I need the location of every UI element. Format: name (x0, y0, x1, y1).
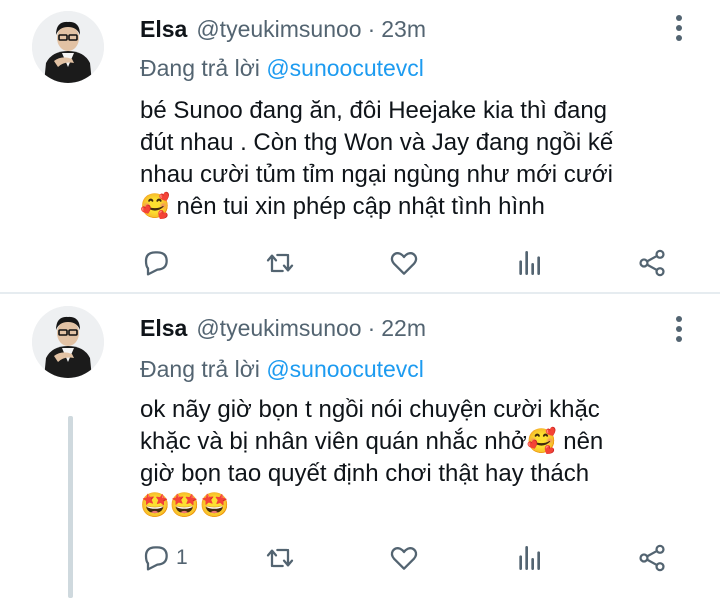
share-icon (639, 249, 665, 277)
avatar-image (32, 306, 104, 378)
reply-icon (144, 546, 168, 571)
tweet-text-line: 🤩🤩🤩 (140, 492, 230, 519)
reply-button[interactable] (140, 245, 176, 281)
author-handle[interactable]: @tyeukimsunoo (196, 16, 361, 43)
thread-line (68, 416, 73, 598)
more-icon[interactable] (674, 15, 684, 41)
tweet[interactable]: Elsa @tyeukimsunoo · 22m Đang trả lời @s… (0, 294, 720, 598)
tweet[interactable]: Elsa @tyeukimsunoo · 23m Đang trả lời @s… (0, 0, 720, 293)
tweet-text: ok nãy giờ bọn t ngồi nói chuyện cười kh… (140, 394, 700, 522)
tweet-text-line: khặc và bị nhân viên quán nhắc nhở🥰 nên (140, 428, 604, 455)
tweet-header: Elsa @tyeukimsunoo · 22m (140, 308, 426, 348)
reply-mention-link[interactable]: @sunoocutevcl (266, 55, 424, 81)
reply-context: Đang trả lời @sunoocutevcl (140, 356, 424, 383)
like-button[interactable] (388, 540, 420, 576)
author-name[interactable]: Elsa (140, 16, 187, 43)
reply-button[interactable]: 1 (140, 540, 188, 576)
reply-prefix: Đang trả lời (140, 55, 260, 81)
share-button[interactable] (636, 540, 668, 576)
retweet-icon (266, 548, 294, 568)
retweet-button[interactable] (264, 245, 296, 281)
separator: · (367, 314, 376, 341)
tweet-text-line: 🥰 nên tui xin phép cập nhật tình hình (140, 193, 545, 220)
tweet-text-line: ok nãy giờ bọn t ngồi nói chuyện cười kh… (140, 396, 600, 423)
more-icon[interactable] (674, 316, 684, 342)
tweet-text-line: nhau cười tủm tỉm ngại ngùng như mới cướ… (140, 161, 613, 188)
reply-context: Đang trả lời @sunoocutevcl (140, 55, 424, 82)
share-button[interactable] (636, 245, 668, 281)
separator: · (367, 15, 376, 42)
author-handle[interactable]: @tyeukimsunoo (196, 315, 361, 342)
reply-prefix: Đang trả lời (140, 356, 260, 382)
stats-icon (519, 546, 540, 570)
like-button[interactable] (388, 245, 420, 281)
tweet-text-line: bé Sunoo đang ăn, đôi Heejake kia thì đa… (140, 97, 608, 124)
reply-icon (144, 251, 168, 276)
stats-button[interactable] (514, 540, 546, 576)
like-icon (390, 547, 418, 570)
avatar[interactable] (32, 11, 104, 83)
retweet-icon (266, 253, 294, 273)
tweet-header: Elsa @tyeukimsunoo · 23m (140, 9, 426, 49)
author-name[interactable]: Elsa (140, 315, 187, 342)
stats-button[interactable] (514, 245, 546, 281)
tweet-text: bé Sunoo đang ăn, đôi Heejake kia thì đa… (140, 95, 700, 223)
reply-mention-link[interactable]: @sunoocutevcl (266, 356, 424, 382)
stats-icon (519, 251, 540, 275)
action-bar: 1 (140, 540, 700, 576)
avatar-image (32, 11, 104, 83)
reply-count: 1 (176, 546, 188, 569)
tweet-text-line: đút nhau . Còn thg Won và Jay đang ngồi … (140, 129, 614, 156)
timestamp[interactable]: 23m (381, 16, 426, 43)
retweet-button[interactable] (264, 540, 296, 576)
like-icon (390, 252, 418, 275)
tweet-text-line: giờ bọn tao quyết định chơi thật hay thá… (140, 460, 590, 487)
avatar[interactable] (32, 306, 104, 378)
timestamp[interactable]: 22m (381, 315, 426, 342)
action-bar (140, 245, 700, 281)
share-icon (639, 544, 665, 572)
